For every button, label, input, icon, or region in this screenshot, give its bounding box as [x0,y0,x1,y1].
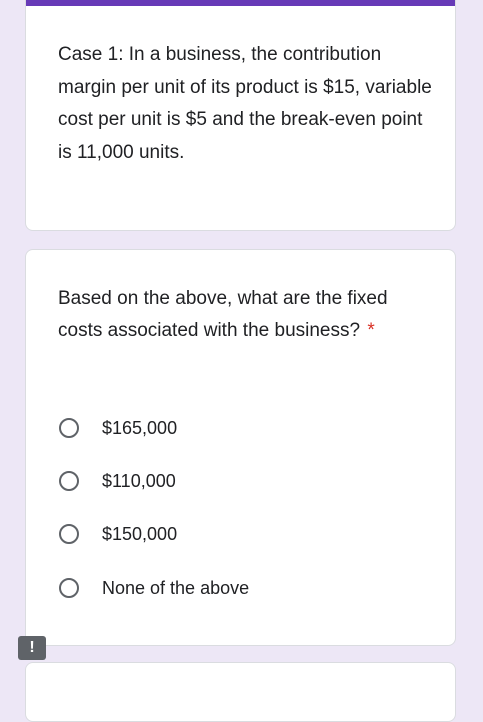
option-label: None of the above [102,577,250,598]
report-problem-icon[interactable]: ! [18,636,46,660]
radio-option-110000[interactable]: $110,000 [59,468,176,494]
radio-option-150000[interactable]: $150,000 [59,521,177,547]
case-description-card: Case 1: In a business, the contribution … [25,0,456,231]
radio-button-icon[interactable] [59,418,79,438]
option-label: $150,000 [102,523,178,544]
form-accent-bar [26,0,455,6]
required-asterisk: * [367,320,375,341]
radio-button-icon[interactable] [59,578,79,598]
next-question-card [25,662,456,722]
radio-option-165000[interactable]: $165,000 [59,415,177,441]
radio-button-icon[interactable] [59,524,79,544]
question-text: Based on the above, what are the fixed c… [58,288,388,341]
option-label: $165,000 [102,417,178,438]
question-card: Based on the above, what are the fixed c… [25,249,456,646]
radio-option-none-of-the-above[interactable]: None of the above [59,575,249,601]
question-title: Based on the above, what are the fixed c… [58,283,418,347]
radio-button-icon[interactable] [59,471,79,491]
case-description-text: Case 1: In a business, the contribution … [58,44,432,163]
option-label: $110,000 [102,470,176,491]
